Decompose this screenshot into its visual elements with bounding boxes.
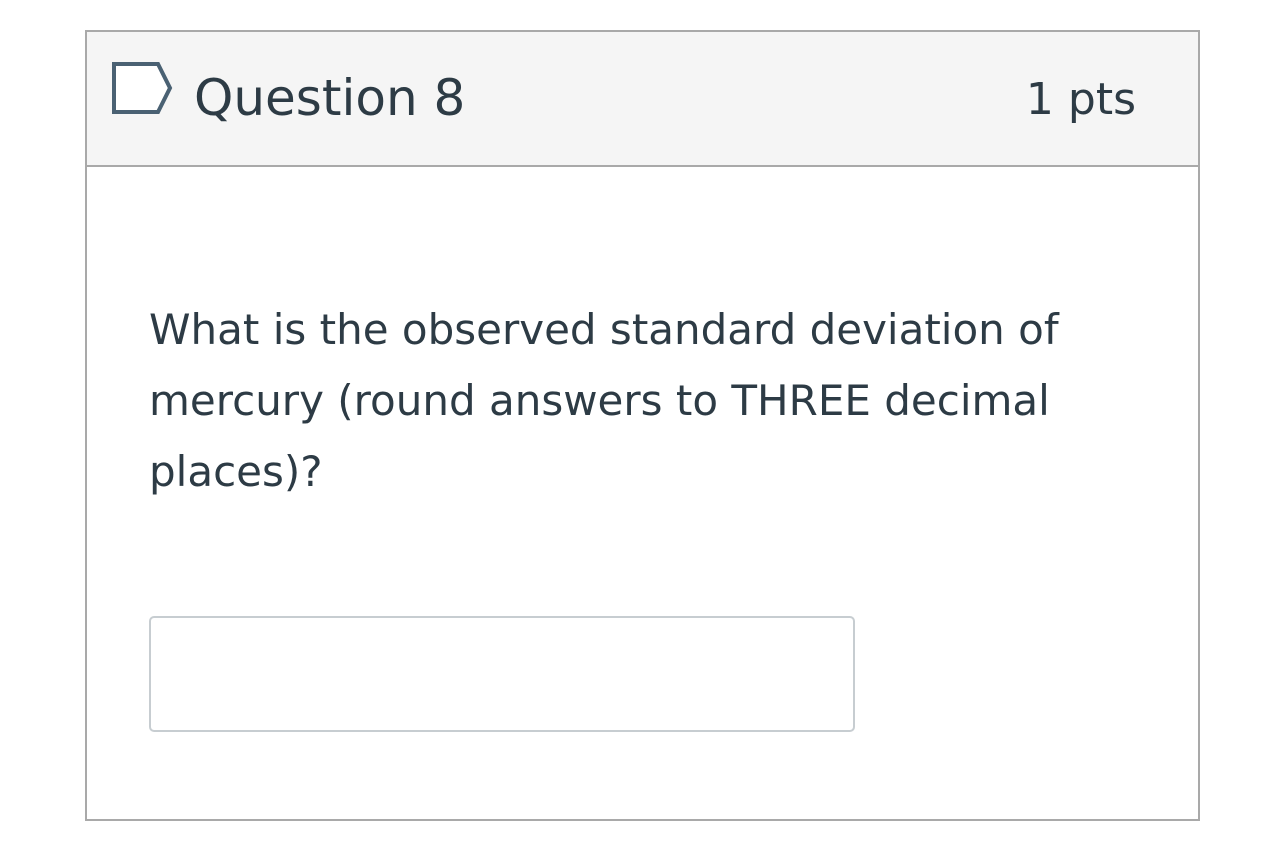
question-points: 1 pts	[1025, 74, 1136, 125]
question-header: Question 8 1 pts	[87, 32, 1198, 167]
answer-input[interactable]	[149, 616, 855, 732]
question-title: Question 8	[194, 69, 466, 127]
question-prompt: What is the observed standard deviation …	[149, 305, 1059, 496]
question-card: Question 8 1 pts What is the observed st…	[85, 30, 1200, 821]
flag-question-icon[interactable]	[111, 61, 175, 115]
